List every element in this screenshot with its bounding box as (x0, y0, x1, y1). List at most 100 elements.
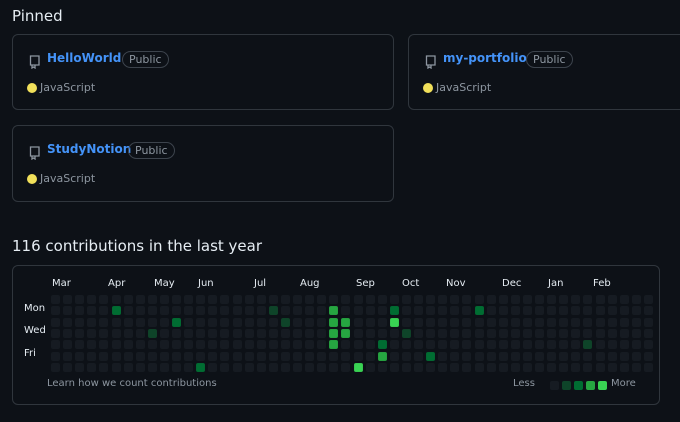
contribution-day-cell[interactable] (402, 329, 411, 338)
contribution-day-cell[interactable] (87, 295, 96, 304)
contribution-day-cell[interactable] (354, 352, 363, 361)
contribution-day-cell[interactable] (329, 306, 338, 315)
contribution-day-cell[interactable] (426, 363, 435, 372)
contribution-day-cell[interactable] (402, 306, 411, 315)
contribution-day-cell[interactable] (329, 340, 338, 349)
contribution-day-cell[interactable] (499, 329, 508, 338)
repo-name-link[interactable]: HelloWorld (47, 51, 121, 65)
contribution-day-cell[interactable] (559, 352, 568, 361)
contribution-day-cell[interactable] (438, 352, 447, 361)
contribution-day-cell[interactable] (559, 318, 568, 327)
contribution-day-cell[interactable] (414, 295, 423, 304)
contribution-day-cell[interactable] (63, 352, 72, 361)
contribution-day-cell[interactable] (438, 329, 447, 338)
contribution-day-cell[interactable] (317, 295, 326, 304)
contribution-day-cell[interactable] (535, 352, 544, 361)
contribution-day-cell[interactable] (196, 318, 205, 327)
contribution-day-cell[interactable] (559, 306, 568, 315)
contribution-day-cell[interactable] (99, 329, 108, 338)
contribution-day-cell[interactable] (511, 318, 520, 327)
contribution-day-cell[interactable] (450, 340, 459, 349)
contribution-day-cell[interactable] (245, 329, 254, 338)
contribution-day-cell[interactable] (184, 363, 193, 372)
contribution-day-cell[interactable] (426, 306, 435, 315)
contribution-day-cell[interactable] (487, 352, 496, 361)
contribution-day-cell[interactable] (281, 352, 290, 361)
contribution-day-cell[interactable] (160, 352, 169, 361)
contribution-day-cell[interactable] (75, 295, 84, 304)
contribution-day-cell[interactable] (329, 318, 338, 327)
contribution-day-cell[interactable] (547, 306, 556, 315)
contribution-day-cell[interactable] (317, 329, 326, 338)
contribution-day-cell[interactable] (487, 318, 496, 327)
contribution-day-cell[interactable] (112, 352, 121, 361)
pinned-card-my-portfolio[interactable]: my-portfolio Public JavaScript (408, 34, 680, 110)
contribution-day-cell[interactable] (184, 295, 193, 304)
contribution-day-cell[interactable] (450, 306, 459, 315)
contribution-day-cell[interactable] (475, 352, 484, 361)
contribution-day-cell[interactable] (75, 318, 84, 327)
contribution-day-cell[interactable] (608, 318, 617, 327)
contribution-day-cell[interactable] (233, 329, 242, 338)
contribution-day-cell[interactable] (571, 363, 580, 372)
contribution-day-cell[interactable] (378, 340, 387, 349)
contribution-day-cell[interactable] (87, 340, 96, 349)
contribution-day-cell[interactable] (571, 318, 580, 327)
contribution-day-cell[interactable] (462, 295, 471, 304)
contribution-day-cell[interactable] (184, 329, 193, 338)
contribution-day-cell[interactable] (63, 295, 72, 304)
contribution-day-cell[interactable] (499, 340, 508, 349)
contribution-day-cell[interactable] (124, 329, 133, 338)
contribution-day-cell[interactable] (124, 306, 133, 315)
contribution-day-cell[interactable] (293, 329, 302, 338)
contribution-day-cell[interactable] (269, 306, 278, 315)
contribution-day-cell[interactable] (644, 318, 653, 327)
contribution-day-cell[interactable] (75, 363, 84, 372)
contribution-day-cell[interactable] (148, 363, 157, 372)
contribution-day-cell[interactable] (220, 340, 229, 349)
contribution-day-cell[interactable] (596, 340, 605, 349)
contribution-day-cell[interactable] (112, 340, 121, 349)
contribution-day-cell[interactable] (293, 318, 302, 327)
contribution-day-cell[interactable] (620, 329, 629, 338)
contribution-day-cell[interactable] (172, 329, 181, 338)
contribution-day-cell[interactable] (184, 340, 193, 349)
contribution-day-cell[interactable] (366, 352, 375, 361)
contribution-day-cell[interactable] (438, 340, 447, 349)
contribution-day-cell[interactable] (608, 352, 617, 361)
contribution-day-cell[interactable] (196, 340, 205, 349)
contribution-day-cell[interactable] (305, 329, 314, 338)
contribution-day-cell[interactable] (257, 318, 266, 327)
contribution-day-cell[interactable] (450, 295, 459, 304)
contribution-day-cell[interactable] (535, 306, 544, 315)
contribution-day-cell[interactable] (390, 352, 399, 361)
contribution-day-cell[interactable] (160, 295, 169, 304)
contribution-day-cell[interactable] (75, 306, 84, 315)
contribution-day-cell[interactable] (378, 363, 387, 372)
contribution-day-cell[interactable] (136, 306, 145, 315)
contribution-day-cell[interactable] (281, 306, 290, 315)
contribution-day-cell[interactable] (148, 340, 157, 349)
contribution-day-cell[interactable] (366, 329, 375, 338)
contribution-day-cell[interactable] (462, 352, 471, 361)
pinned-card-studynotion[interactable]: StudyNotion Public JavaScript (12, 125, 394, 202)
contribution-day-cell[interactable] (160, 318, 169, 327)
contribution-day-cell[interactable] (390, 295, 399, 304)
contribution-day-cell[interactable] (148, 295, 157, 304)
contribution-day-cell[interactable] (281, 318, 290, 327)
contribution-day-cell[interactable] (414, 329, 423, 338)
contribution-day-cell[interactable] (257, 363, 266, 372)
contribution-day-cell[interactable] (99, 352, 108, 361)
contribution-day-cell[interactable] (499, 352, 508, 361)
contribution-day-cell[interactable] (317, 306, 326, 315)
contribution-day-cell[interactable] (523, 295, 532, 304)
contribution-day-cell[interactable] (366, 340, 375, 349)
contribution-day-cell[interactable] (632, 363, 641, 372)
contribution-day-cell[interactable] (220, 306, 229, 315)
contribution-day-cell[interactable] (136, 363, 145, 372)
contribution-day-cell[interactable] (51, 295, 60, 304)
contribution-day-cell[interactable] (112, 363, 121, 372)
contribution-day-cell[interactable] (354, 340, 363, 349)
contribution-day-cell[interactable] (426, 340, 435, 349)
contribution-day-cell[interactable] (208, 363, 217, 372)
